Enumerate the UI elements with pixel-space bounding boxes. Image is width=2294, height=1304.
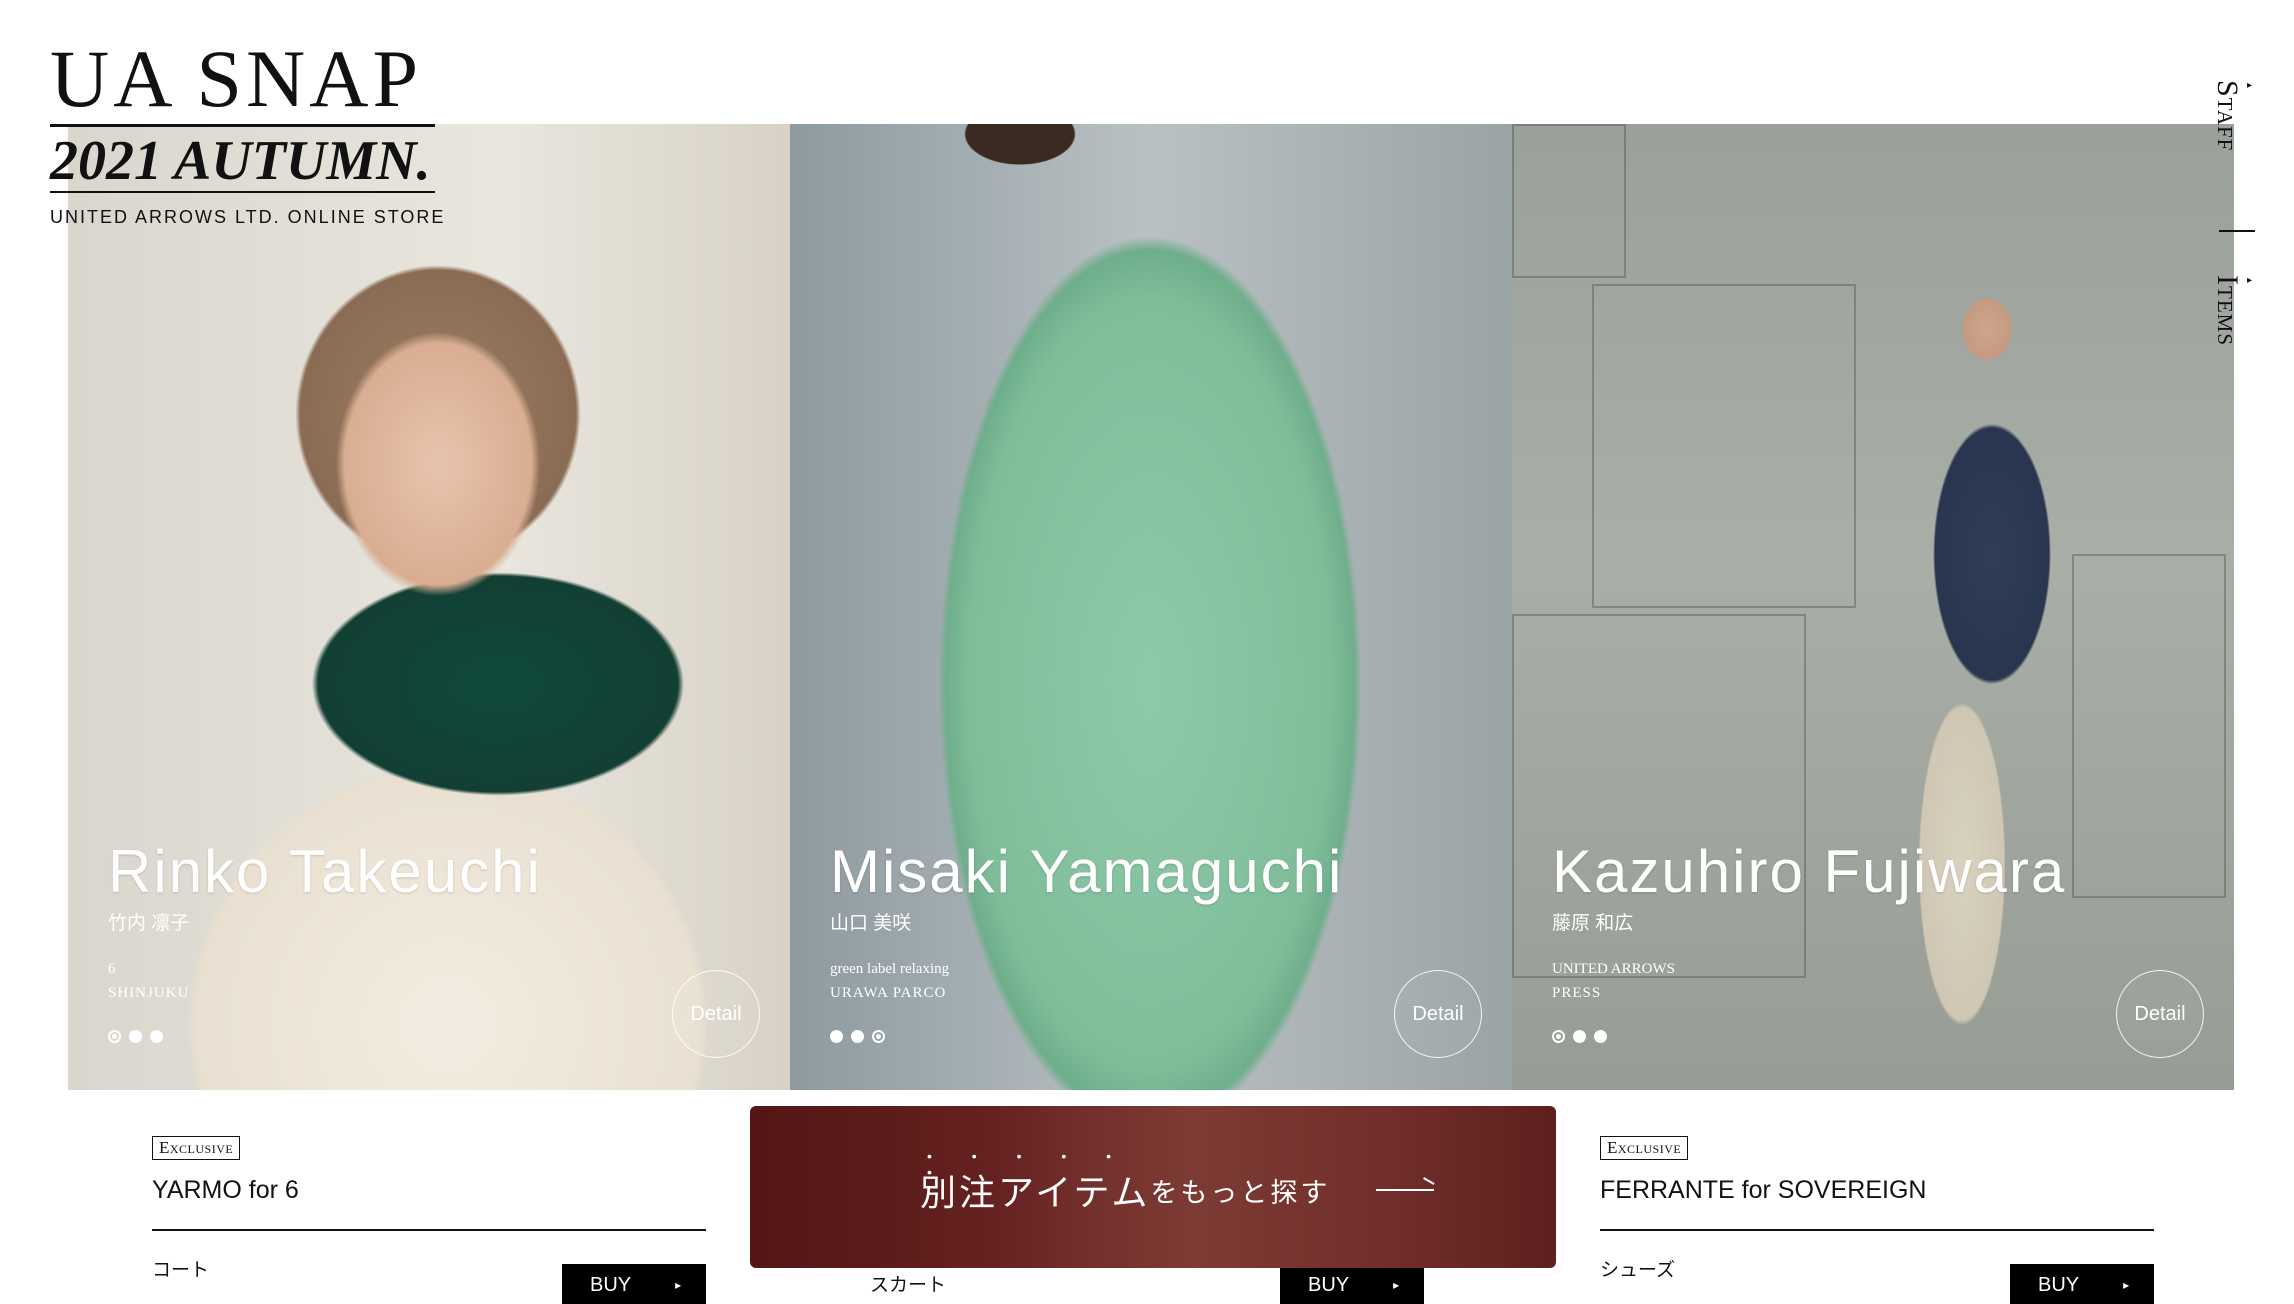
item-divider (1600, 1229, 2154, 1231)
staff-panel[interactable]: Kazuhiro Fujiwara 藤原 和広 UNITED ARROWS PR… (1512, 124, 2234, 1090)
more-exclusive-items-banner[interactable]: • • • • • • 別注アイテム をもっと探す (750, 1106, 1556, 1268)
nav-staff-label: Staff (2211, 80, 2244, 152)
staff-brand: green label relaxing (830, 961, 950, 977)
staff-panel[interactable]: Rinko Takeuchi 竹内 凛子 6 SHINJUKU Detail (68, 124, 790, 1090)
carousel-dot[interactable] (129, 1030, 142, 1043)
staff-meta: green label relaxing URAWA PARCO (830, 957, 1343, 1005)
staff-info: Misaki Yamaguchi 山口 美咲 green label relax… (830, 840, 1343, 1005)
buy-label: BUY (2038, 1274, 2080, 1296)
long-arrow-right-icon (1376, 1189, 1435, 1191)
buy-button[interactable]: BUY ▸ (1280, 1264, 1424, 1304)
nav-staff-link[interactable]: ▸ Staff (2211, 80, 2255, 151)
banner-sub-text: をもっと探す (1150, 1177, 1331, 1208)
emphasis-dots: • • • • • • (927, 1148, 1130, 1180)
wall-block (1592, 284, 1856, 608)
carousel-dots (830, 1030, 885, 1043)
site-logo[interactable]: UA SNAP 2021 AUTUMN. UNITED ARROWS LTD. … (50, 33, 446, 228)
staff-name-kana: 藤原 和広 (1552, 913, 1634, 934)
carousel-dot[interactable] (830, 1030, 843, 1043)
item-name[interactable]: YARMO for 6 (152, 1176, 706, 1205)
staff-meta: UNITED ARROWS PRESS (1552, 957, 2066, 1005)
triangle-icon: ▸ (2244, 275, 2255, 287)
carousel-dot[interactable] (1552, 1030, 1565, 1043)
staff-name-kana: 山口 美咲 (830, 913, 912, 934)
staff-brand: UNITED ARROWS (1552, 961, 1675, 977)
wall-block (2072, 554, 2226, 898)
logo-subtitle: 2021 AUTUMN. (50, 131, 435, 193)
item-card: Exclusive YARMO for 6 コート BUY ▸ (152, 1136, 706, 1304)
wall-block (1512, 124, 1626, 278)
staff-name: Rinko Takeuchi (108, 838, 542, 905)
staff-name: Misaki Yamaguchi (830, 838, 1344, 905)
staff-hero: Rinko Takeuchi 竹内 凛子 6 SHINJUKU Detail M… (68, 124, 2234, 1090)
logo-rule (50, 124, 435, 127)
buy-label: BUY (590, 1274, 632, 1296)
triangle-icon: ▸ (2244, 80, 2255, 92)
side-nav: ▸ Staff ▸ Items (2211, 80, 2265, 400)
staff-store: SHINJUKU (108, 985, 190, 1001)
staff-panel[interactable]: Misaki Yamaguchi 山口 美咲 green label relax… (790, 124, 1512, 1090)
exclusive-badge: Exclusive (1600, 1136, 1689, 1160)
carousel-dot[interactable] (872, 1030, 885, 1043)
buy-button[interactable]: BUY ▸ (2010, 1264, 2154, 1304)
nav-items-link[interactable]: ▸ Items (2211, 275, 2255, 346)
logo-store-name: UNITED ARROWS LTD. ONLINE STORE (50, 207, 446, 227)
staff-name: Kazuhiro Fujiwara (1552, 838, 2067, 905)
staff-info: Rinko Takeuchi 竹内 凛子 6 SHINJUKU (108, 840, 542, 1005)
staff-name-kana: 竹内 凛子 (108, 913, 190, 934)
banner-main-wrap: • • • • • • 別注アイテム (920, 1148, 1150, 1216)
nav-divider (2219, 230, 2255, 232)
item-card: Exclusive FERRANTE for SOVEREIGN シューズ BU… (1600, 1136, 2154, 1304)
detail-button[interactable]: Detail (672, 970, 760, 1058)
carousel-dots (108, 1030, 163, 1043)
nav-items-label: Items (2211, 275, 2244, 346)
banner-content: • • • • • • 別注アイテム をもっと探す (920, 1148, 1435, 1216)
buy-button[interactable]: BUY ▸ (562, 1264, 706, 1304)
carousel-dot[interactable] (1594, 1030, 1607, 1043)
carousel-dots (1552, 1030, 1607, 1043)
item-name[interactable]: FERRANTE for SOVEREIGN (1600, 1176, 2154, 1205)
staff-brand: 6 (108, 961, 116, 977)
staff-meta: 6 SHINJUKU (108, 957, 542, 1005)
detail-button[interactable]: Detail (2116, 970, 2204, 1058)
staff-store: PRESS (1552, 985, 1602, 1001)
carousel-dot[interactable] (1573, 1030, 1586, 1043)
staff-info: Kazuhiro Fujiwara 藤原 和広 UNITED ARROWS PR… (1552, 840, 2066, 1005)
detail-button[interactable]: Detail (1394, 970, 1482, 1058)
carousel-dot[interactable] (108, 1030, 121, 1043)
buy-label: BUY (1308, 1274, 1350, 1296)
exclusive-badge: Exclusive (152, 1136, 241, 1160)
item-divider (152, 1229, 706, 1231)
carousel-dot[interactable] (150, 1030, 163, 1043)
carousel-dot[interactable] (851, 1030, 864, 1043)
logo-title: UA SNAP (50, 33, 423, 124)
staff-store: URAWA PARCO (830, 985, 947, 1001)
